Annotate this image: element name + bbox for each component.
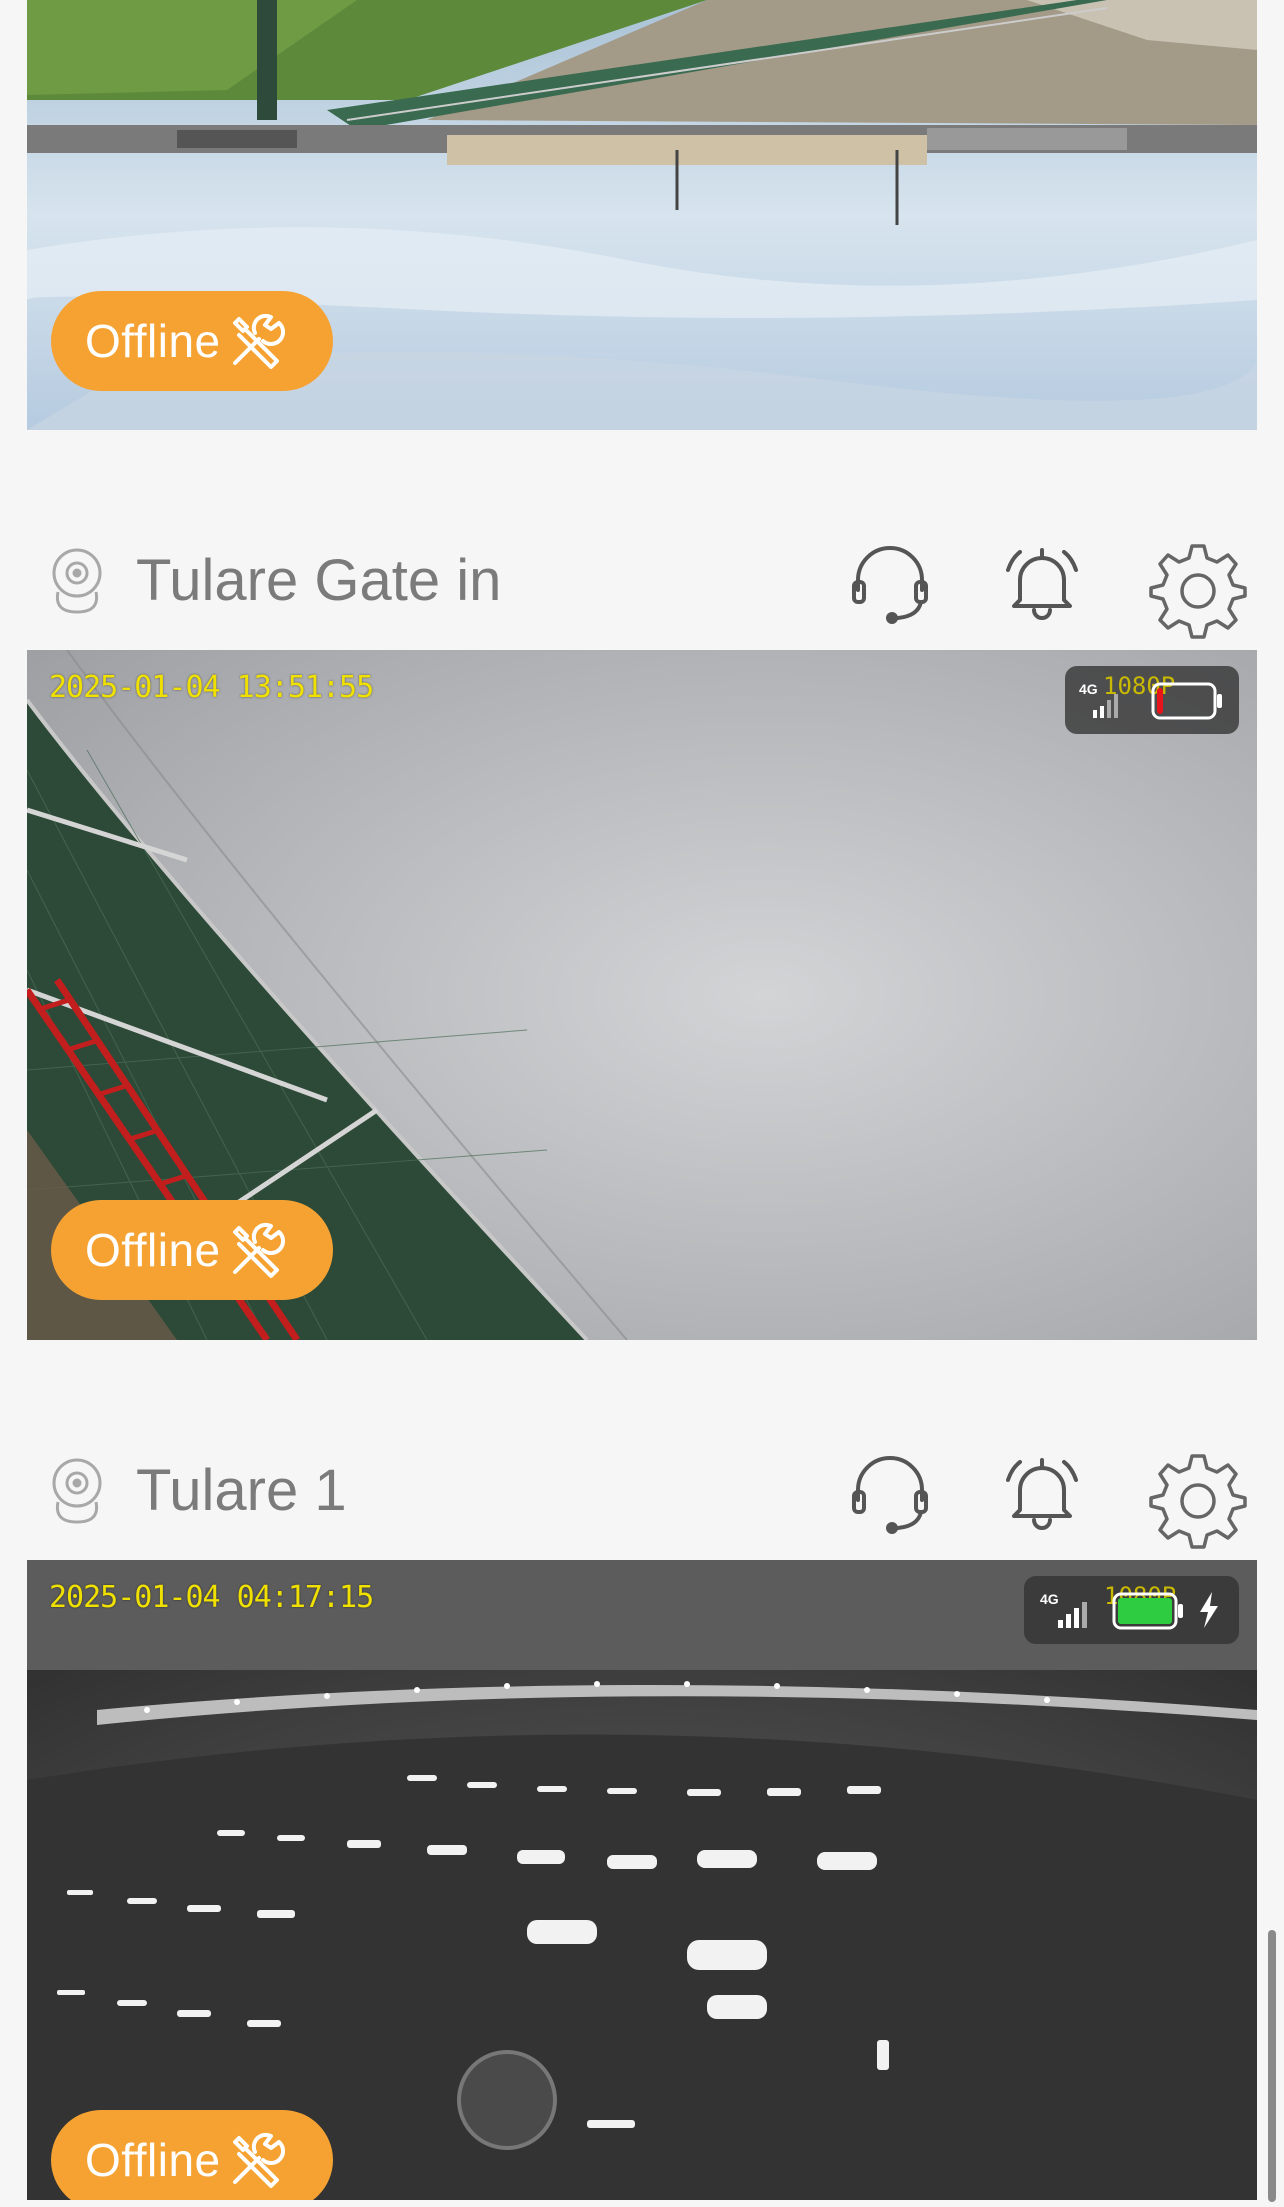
network-label: 4G: [1079, 681, 1098, 697]
offline-label: Offline: [85, 315, 221, 367]
camera-header-tulare-gate-in: Tulare Gate in: [0, 516, 1284, 646]
feed-3-image: [27, 1560, 1257, 2200]
wrench-screwdriver-icon: [232, 2132, 285, 2188]
wrench-screwdriver-icon: [232, 313, 285, 369]
status-indicator: 4G 1080P: [1024, 1576, 1239, 1644]
camera-feed-tulare-1[interactable]: 2025-01-04 04:17:15 4G 1080P Offline: [27, 1560, 1257, 2200]
camera-icon: [52, 1458, 102, 1524]
camera-header-tulare-1: Tulare 1: [0, 1426, 1284, 1556]
status-indicator: 4G 1080P: [1065, 666, 1239, 734]
offline-label: Offline: [85, 1224, 221, 1276]
offline-badge[interactable]: Offline: [51, 291, 333, 391]
offline-label: Offline: [85, 2134, 221, 2186]
lightning-icon: [1200, 1592, 1218, 1628]
offline-badge[interactable]: Offline: [51, 2110, 333, 2200]
camera-feed-1[interactable]: Offline: [27, 0, 1257, 430]
gear-icon[interactable]: [1148, 540, 1248, 640]
camera-name: Tulare Gate in: [136, 548, 502, 613]
bell-icon[interactable]: [1000, 540, 1084, 624]
timestamp: 2025-01-04 04:17:15: [49, 1580, 374, 1615]
headset-icon[interactable]: [848, 1450, 932, 1534]
timestamp: 2025-01-04 13:51:55: [49, 670, 374, 705]
headset-icon[interactable]: [848, 540, 932, 624]
camera-name: Tulare 1: [136, 1458, 347, 1523]
camera-icon: [52, 548, 102, 614]
signal-icon: 4G: [1040, 1591, 1087, 1628]
camera-feed-tulare-gate-in[interactable]: 2025-01-04 13:51:55 4G 1080P Offline: [27, 650, 1257, 1340]
bell-icon[interactable]: [1000, 1450, 1084, 1534]
battery-icon: [1151, 682, 1222, 720]
battery-icon: [1112, 1592, 1183, 1630]
offline-badge[interactable]: Offline: [51, 1200, 333, 1300]
wrench-screwdriver-icon: [232, 1222, 285, 1278]
network-label: 4G: [1040, 1591, 1059, 1607]
scrollbar[interactable]: [1268, 1930, 1276, 2202]
gear-icon[interactable]: [1148, 1450, 1248, 1550]
